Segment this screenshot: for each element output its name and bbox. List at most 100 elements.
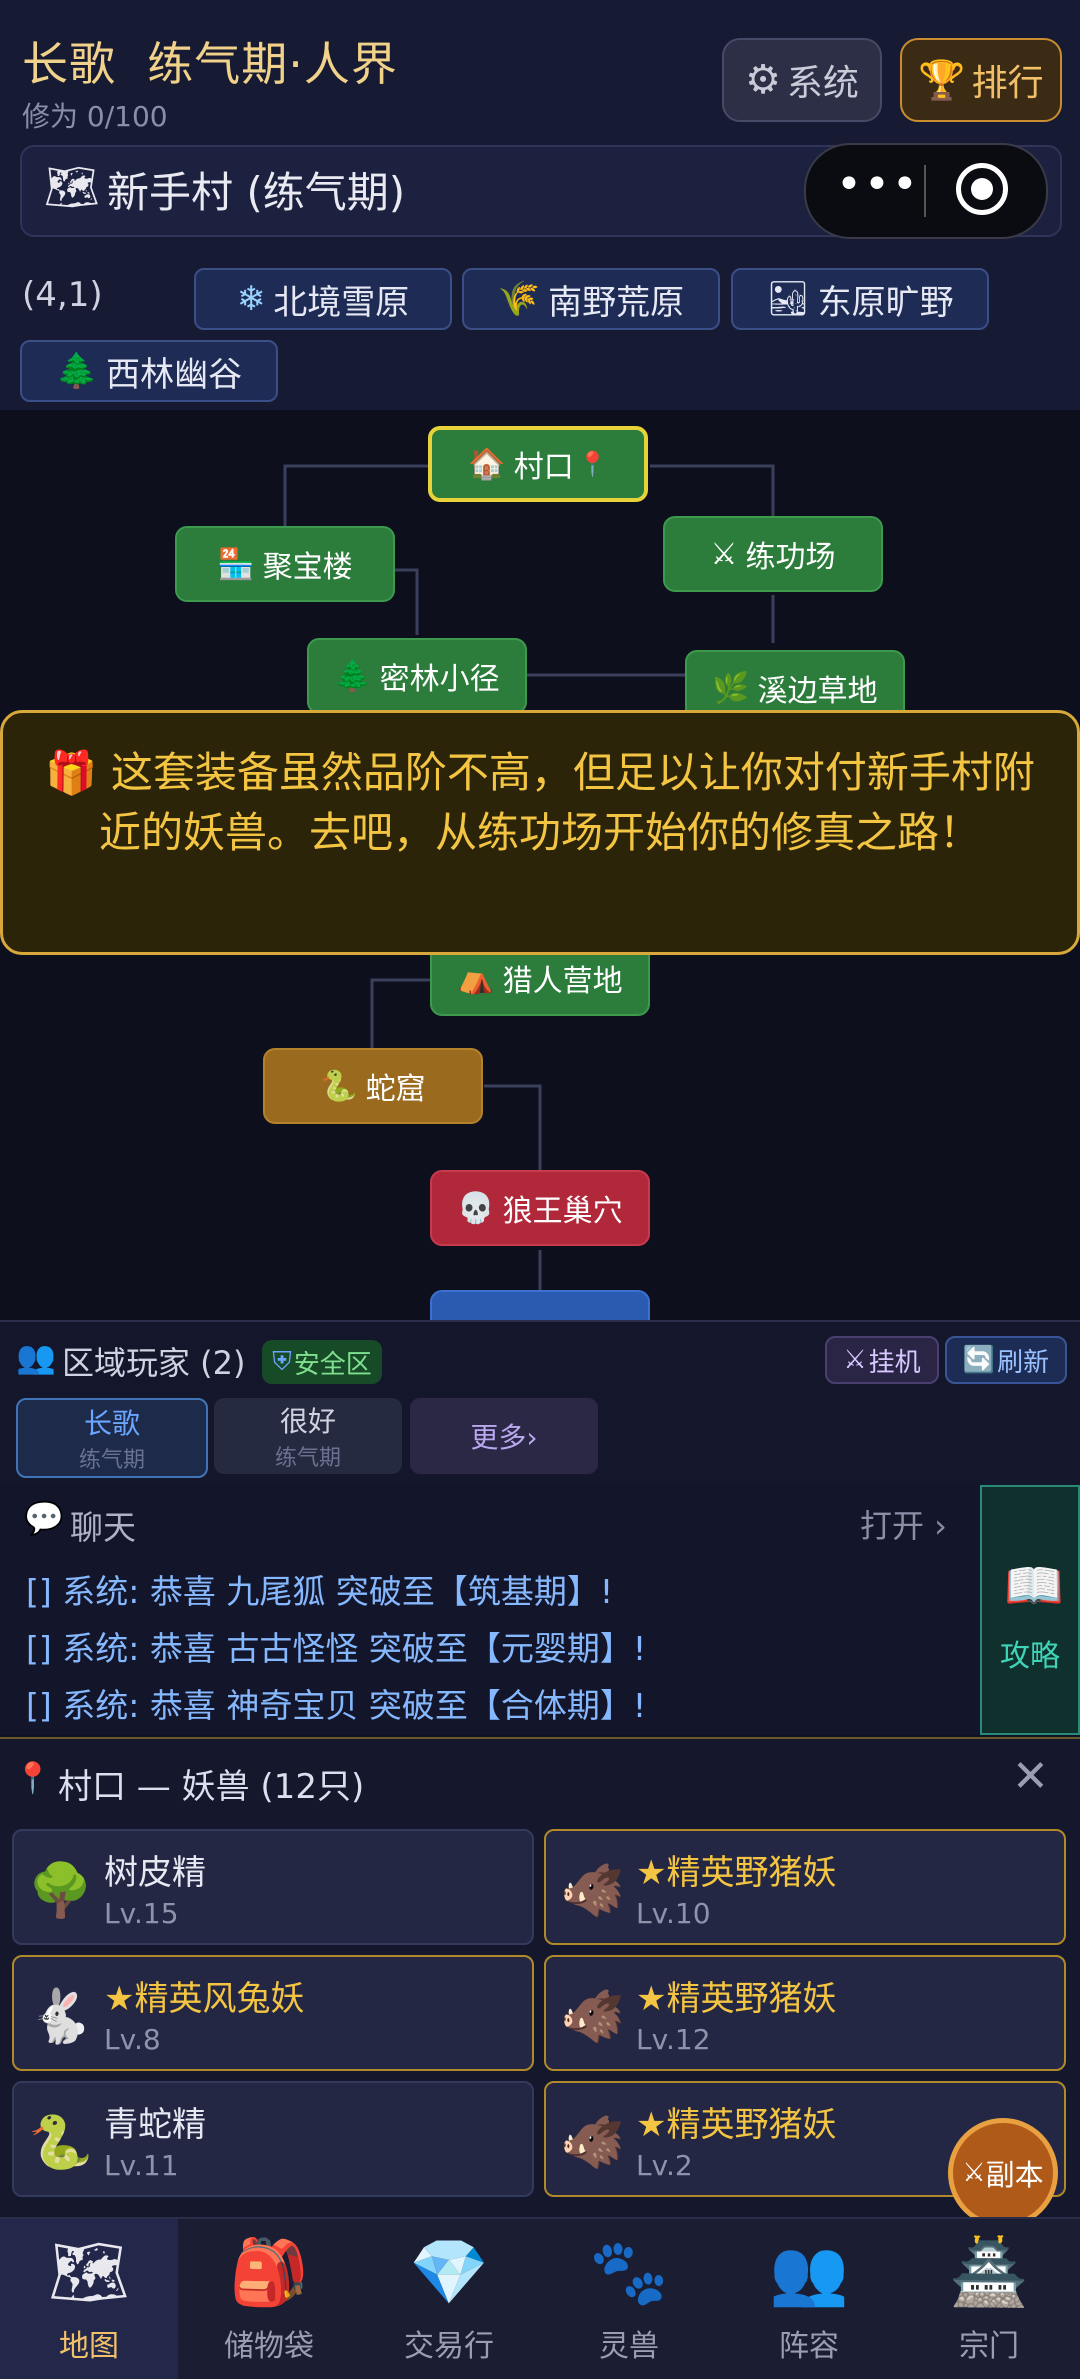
more-players-button[interactable]: 更多› [410, 1398, 598, 1474]
snowflake-icon: ❄ [236, 279, 266, 319]
monster-name: 青蛇精 [104, 2105, 206, 2145]
node-label: 村口 [513, 450, 574, 485]
tab-market[interactable]: 💎 交易行 [360, 2219, 538, 2379]
tab-map[interactable]: 🗺 地图 [0, 2219, 178, 2379]
region-south[interactable]: 🌾 南野荒原 [462, 268, 720, 330]
herb-icon: 🌿 [712, 670, 750, 706]
chat-message: [] 系统: 恭喜 古古怪怪 突破至【元婴期】! [26, 1629, 647, 1668]
map-node-jubao[interactable]: 🏪 聚宝楼 [175, 526, 395, 602]
node-label: 溪边草地 [757, 674, 878, 709]
capsule-divider [924, 165, 926, 217]
tab-inventory[interactable]: 🎒 储物袋 [180, 2219, 358, 2379]
chat-message: [] 系统: 恭喜 九尾狐 突破至【筑基期】! [26, 1572, 614, 1611]
more-dots-icon[interactable]: ••• [836, 159, 920, 210]
monster-name: ★精英野猪妖 [636, 1979, 837, 2019]
refresh-button[interactable]: 🔄 刷新 [945, 1336, 1067, 1384]
dungeon-button[interactable]: ⚔ 副本 [948, 2118, 1058, 2228]
system-button[interactable]: ⚙ 系统 [722, 38, 882, 122]
pin-icon: 📍 [577, 450, 608, 478]
tab-label: 宗门 [959, 2329, 1019, 2364]
tree-icon: 🌳 [28, 1861, 93, 1921]
monster-card[interactable]: 🐍 青蛇精 Lv.11 [12, 2081, 534, 2197]
tab-label: 阵容 [779, 2329, 839, 2364]
monster-card[interactable]: 🐇 ★精英风兔妖 Lv.8 [12, 1955, 534, 2071]
map-node-snake[interactable]: 🐍 蛇窟 [263, 1048, 483, 1124]
region-label: 东原旷野 [817, 282, 954, 323]
region-north[interactable]: ❄ 北境雪原 [194, 268, 452, 330]
boar-icon: 🐗 [560, 2113, 625, 2173]
player-name: 长歌 [22, 37, 116, 91]
monster-card[interactable]: 🐗 ★精英野猪妖 Lv.12 [544, 1955, 1066, 2071]
boar-icon: 🐗 [560, 1861, 625, 1921]
monster-panel: 📍 村口 — 妖兽 (12只) ✕ 🌳 树皮精 Lv.15 🐗 ★精英野猪妖 L… [0, 1737, 1080, 2219]
map-icon: 🗺 [44, 162, 100, 213]
miniprogram-capsule[interactable]: ••• [804, 143, 1048, 239]
close-icon[interactable]: ✕ [1012, 1751, 1049, 1802]
map-node-forest[interactable]: 🌲 密林小径 [307, 638, 527, 714]
pagoda-icon: 🏯 [949, 2236, 1029, 2310]
tab-sect[interactable]: 🏯 宗门 [900, 2219, 1078, 2379]
player-card[interactable]: 很好 练气期 [214, 1398, 402, 1474]
skull-icon: 💀 [457, 1190, 495, 1226]
region-east[interactable]: 🏜 东原旷野 [731, 268, 989, 330]
diamond-icon: 💎 [409, 2236, 489, 2310]
region-label: 南野荒原 [548, 282, 685, 323]
player-card-name: 很好 [279, 1405, 336, 1438]
tab-pets[interactable]: 🐾 灵兽 [540, 2219, 718, 2379]
node-label: 蛇窟 [365, 1072, 426, 1107]
players-icon: 👥 [16, 1338, 56, 1376]
pin-icon: 📍 [14, 1761, 52, 1796]
backpack-icon: 🎒 [229, 2236, 309, 2310]
boar-icon: 🐗 [560, 1987, 625, 2047]
safe-zone-label: 安全区 [293, 1349, 372, 1380]
chat-message: [] 系统: 恭喜 神奇宝贝 突破至【合体期】! [26, 1686, 647, 1725]
map-node-village[interactable]: 🏠 村口 📍 [428, 426, 648, 502]
player-title: 长歌 练气期·人界 [22, 28, 398, 94]
monster-level: Lv.11 [104, 2149, 179, 2182]
refresh-label: 刷新 [997, 1347, 1050, 1378]
rabbit-icon: 🐇 [28, 1987, 93, 2047]
gear-icon: ⚙ [745, 57, 781, 103]
monster-name: ★精英风兔妖 [104, 1979, 305, 2019]
book-icon: 📖 [1004, 1558, 1064, 1614]
guide-button[interactable]: 📖 攻略 [980, 1485, 1080, 1735]
crossed-swords-icon: ⚔ [710, 536, 738, 572]
shop-icon: 🏪 [217, 546, 255, 582]
region-west[interactable]: 🌲 西林幽谷 [20, 340, 278, 402]
map-node-wolf[interactable]: 💀 狼王巢穴 [430, 1170, 650, 1246]
dungeon-label: 副本 [985, 2158, 1044, 2192]
monster-name: ★精英野猪妖 [636, 2105, 837, 2145]
safe-zone-badge: ⛨ 安全区 [262, 1340, 382, 1384]
monster-card[interactable]: 🌳 树皮精 Lv.15 [12, 1829, 534, 1945]
tab-lineup[interactable]: 👥 阵容 [720, 2219, 898, 2379]
node-label: 狼王巢穴 [502, 1194, 623, 1229]
tab-label: 交易行 [404, 2329, 494, 2364]
map-icon: 🗺 [48, 2236, 130, 2310]
map-node-training[interactable]: ⚔ 练功场 [663, 516, 883, 592]
monster-card[interactable]: 🐗 ★精英野猪妖 Lv.10 [544, 1829, 1066, 1945]
wheat-icon: 🌾 [497, 279, 541, 319]
map-node-partial[interactable] [430, 1290, 650, 1320]
crossed-swords-icon: ⚔ [962, 2158, 986, 2188]
node-label: 密林小径 [379, 662, 500, 697]
monster-level: Lv.8 [104, 2023, 161, 2056]
node-label: 练功场 [745, 540, 836, 575]
player-card-realm: 练气期 [274, 1446, 341, 1471]
monster-level: Lv.12 [636, 2023, 711, 2056]
monster-level: Lv.15 [104, 1897, 179, 1930]
monster-level: Lv.10 [636, 1897, 711, 1930]
story-banner: 🎁 这套装备虽然品阶不高，但足以让你对付新手村附近的妖兽。去吧，从练功场开始你的… [0, 710, 1080, 955]
player-card[interactable]: 长歌 练气期 [16, 1398, 208, 1478]
header: 长歌 练气期·人界 修为 0/100 ⚙ 系统 🏆 排行 🗺 新手村 (练气期)… [0, 0, 1080, 410]
chat-panel: 💬 聊天 打开 › [] 系统: 恭喜 九尾狐 突破至【筑基期】! [] 系统:… [0, 1485, 980, 1735]
afk-button[interactable]: ⚔ 挂机 [825, 1336, 939, 1384]
monster-name: 树皮精 [104, 1853, 206, 1893]
more-label: 更多› [470, 1421, 538, 1454]
chat-open-button[interactable]: 打开 › [860, 1501, 947, 1547]
system-label: 系统 [786, 63, 859, 104]
close-target-icon[interactable] [956, 163, 1008, 215]
chat-bubble-icon: 💬 [24, 1499, 64, 1537]
desert-icon: 🏜 [766, 279, 810, 319]
players-title: 区域玩家 (2) [62, 1344, 246, 1382]
rank-button[interactable]: 🏆 排行 [900, 38, 1062, 122]
